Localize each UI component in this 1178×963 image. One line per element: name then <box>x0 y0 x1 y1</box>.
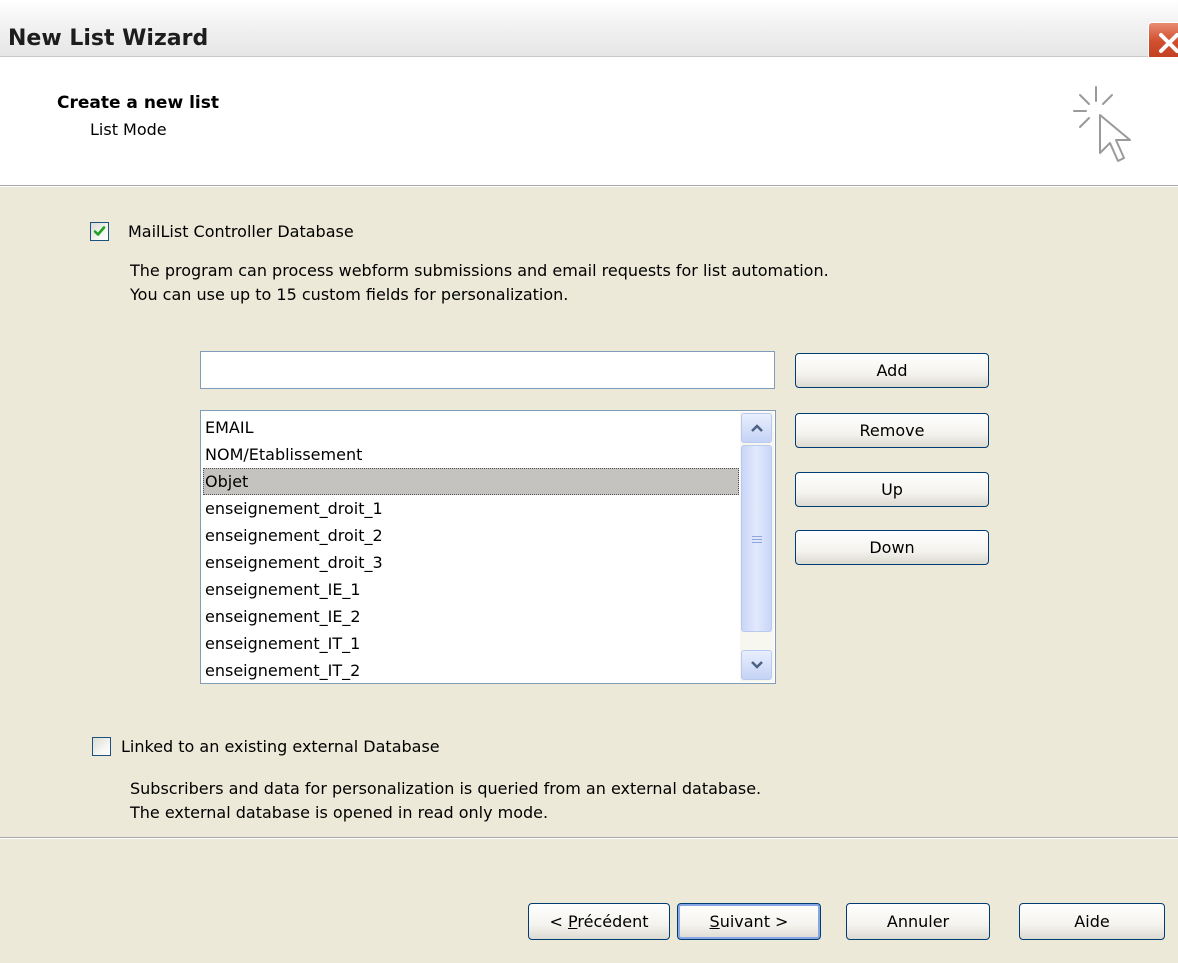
field-list-item[interactable]: enseignement_droit_1 <box>203 495 739 522</box>
field-list-item[interactable]: enseignement_IT_1 <box>203 630 739 657</box>
back-button-rest: récédent <box>577 912 649 931</box>
next-button-rest: uivant > <box>719 912 789 931</box>
external-database-description-line2: The external database is opened in read … <box>130 803 549 822</box>
field-list-item[interactable]: enseignement_IE_1 <box>203 576 739 603</box>
back-button[interactable]: < Précédent <box>528 903 670 940</box>
checkmark-icon <box>93 226 106 236</box>
wizard-step-title: Create a new list <box>57 93 219 113</box>
footer-divider-highlight <box>0 838 1178 839</box>
help-button[interactable]: Aide <box>1019 903 1165 940</box>
maillist-database-checkbox[interactable] <box>90 222 109 241</box>
wizard-cursor-icon <box>1073 86 1131 162</box>
back-button-prefix: < <box>549 912 568 931</box>
scroll-down-button[interactable] <box>741 650 772 680</box>
thumb-grip-line <box>752 542 762 543</box>
thumb-grip-line <box>752 536 762 537</box>
back-button-mnemonic: P <box>568 912 578 931</box>
field-list-item[interactable]: NOM/Etablissement <box>203 441 739 468</box>
field-list-item[interactable]: EMAIL <box>203 414 739 441</box>
next-button-mnemonic: S <box>709 912 720 931</box>
wizard-header: Create a new list List Mode <box>0 57 1178 186</box>
field-list-item[interactable]: enseignement_droit_3 <box>203 549 739 576</box>
maillist-database-description-line1: The program can process webform submissi… <box>130 261 829 280</box>
window-title: New List Wizard <box>8 26 209 51</box>
custom-field-input[interactable] <box>200 351 775 389</box>
maillist-database-label[interactable]: MailList Controller Database <box>128 222 354 241</box>
title-bar: New List Wizard <box>0 0 1178 60</box>
wizard-step-subtitle: List Mode <box>90 120 167 139</box>
close-icon <box>1159 33 1178 53</box>
field-list-item[interactable]: enseignement_IT_2 <box>203 657 739 683</box>
next-button[interactable]: Suivant > <box>677 903 821 940</box>
custom-fields-listbox[interactable]: EMAIL NOM/Etablissement Objet enseignement_… <box>200 410 776 684</box>
field-list-item[interactable]: enseignement_IE_2 <box>203 603 739 630</box>
listbox-scrollbar[interactable] <box>740 412 774 682</box>
external-database-description-line1: Subscribers and data for personalization… <box>130 779 762 798</box>
remove-field-button[interactable]: Remove <box>795 413 989 448</box>
move-down-button[interactable]: Down <box>795 530 989 565</box>
field-list-item[interactable]: Objet <box>203 468 739 495</box>
thumb-grip-line <box>752 539 762 540</box>
external-database-checkbox[interactable] <box>92 737 111 756</box>
header-divider <box>0 186 1178 187</box>
external-database-label[interactable]: Linked to an existing external Database <box>121 737 440 756</box>
custom-fields-list: EMAIL NOM/Etablissement Objet enseignement_… <box>203 414 739 683</box>
add-field-button[interactable]: Add <box>795 353 989 388</box>
chevron-up-icon <box>751 424 763 432</box>
maillist-database-description-line2: You can use up to 15 custom fields for p… <box>130 285 569 304</box>
chevron-down-icon <box>751 661 763 669</box>
new-list-wizard-window: New List Wizard Create a new list List M… <box>0 0 1178 963</box>
scroll-thumb[interactable] <box>741 445 772 632</box>
move-up-button[interactable]: Up <box>795 472 989 507</box>
close-button[interactable] <box>1148 22 1178 60</box>
cancel-button[interactable]: Annuler <box>846 903 990 940</box>
field-list-item[interactable]: enseignement_droit_2 <box>203 522 739 549</box>
scroll-up-button[interactable] <box>741 413 772 443</box>
